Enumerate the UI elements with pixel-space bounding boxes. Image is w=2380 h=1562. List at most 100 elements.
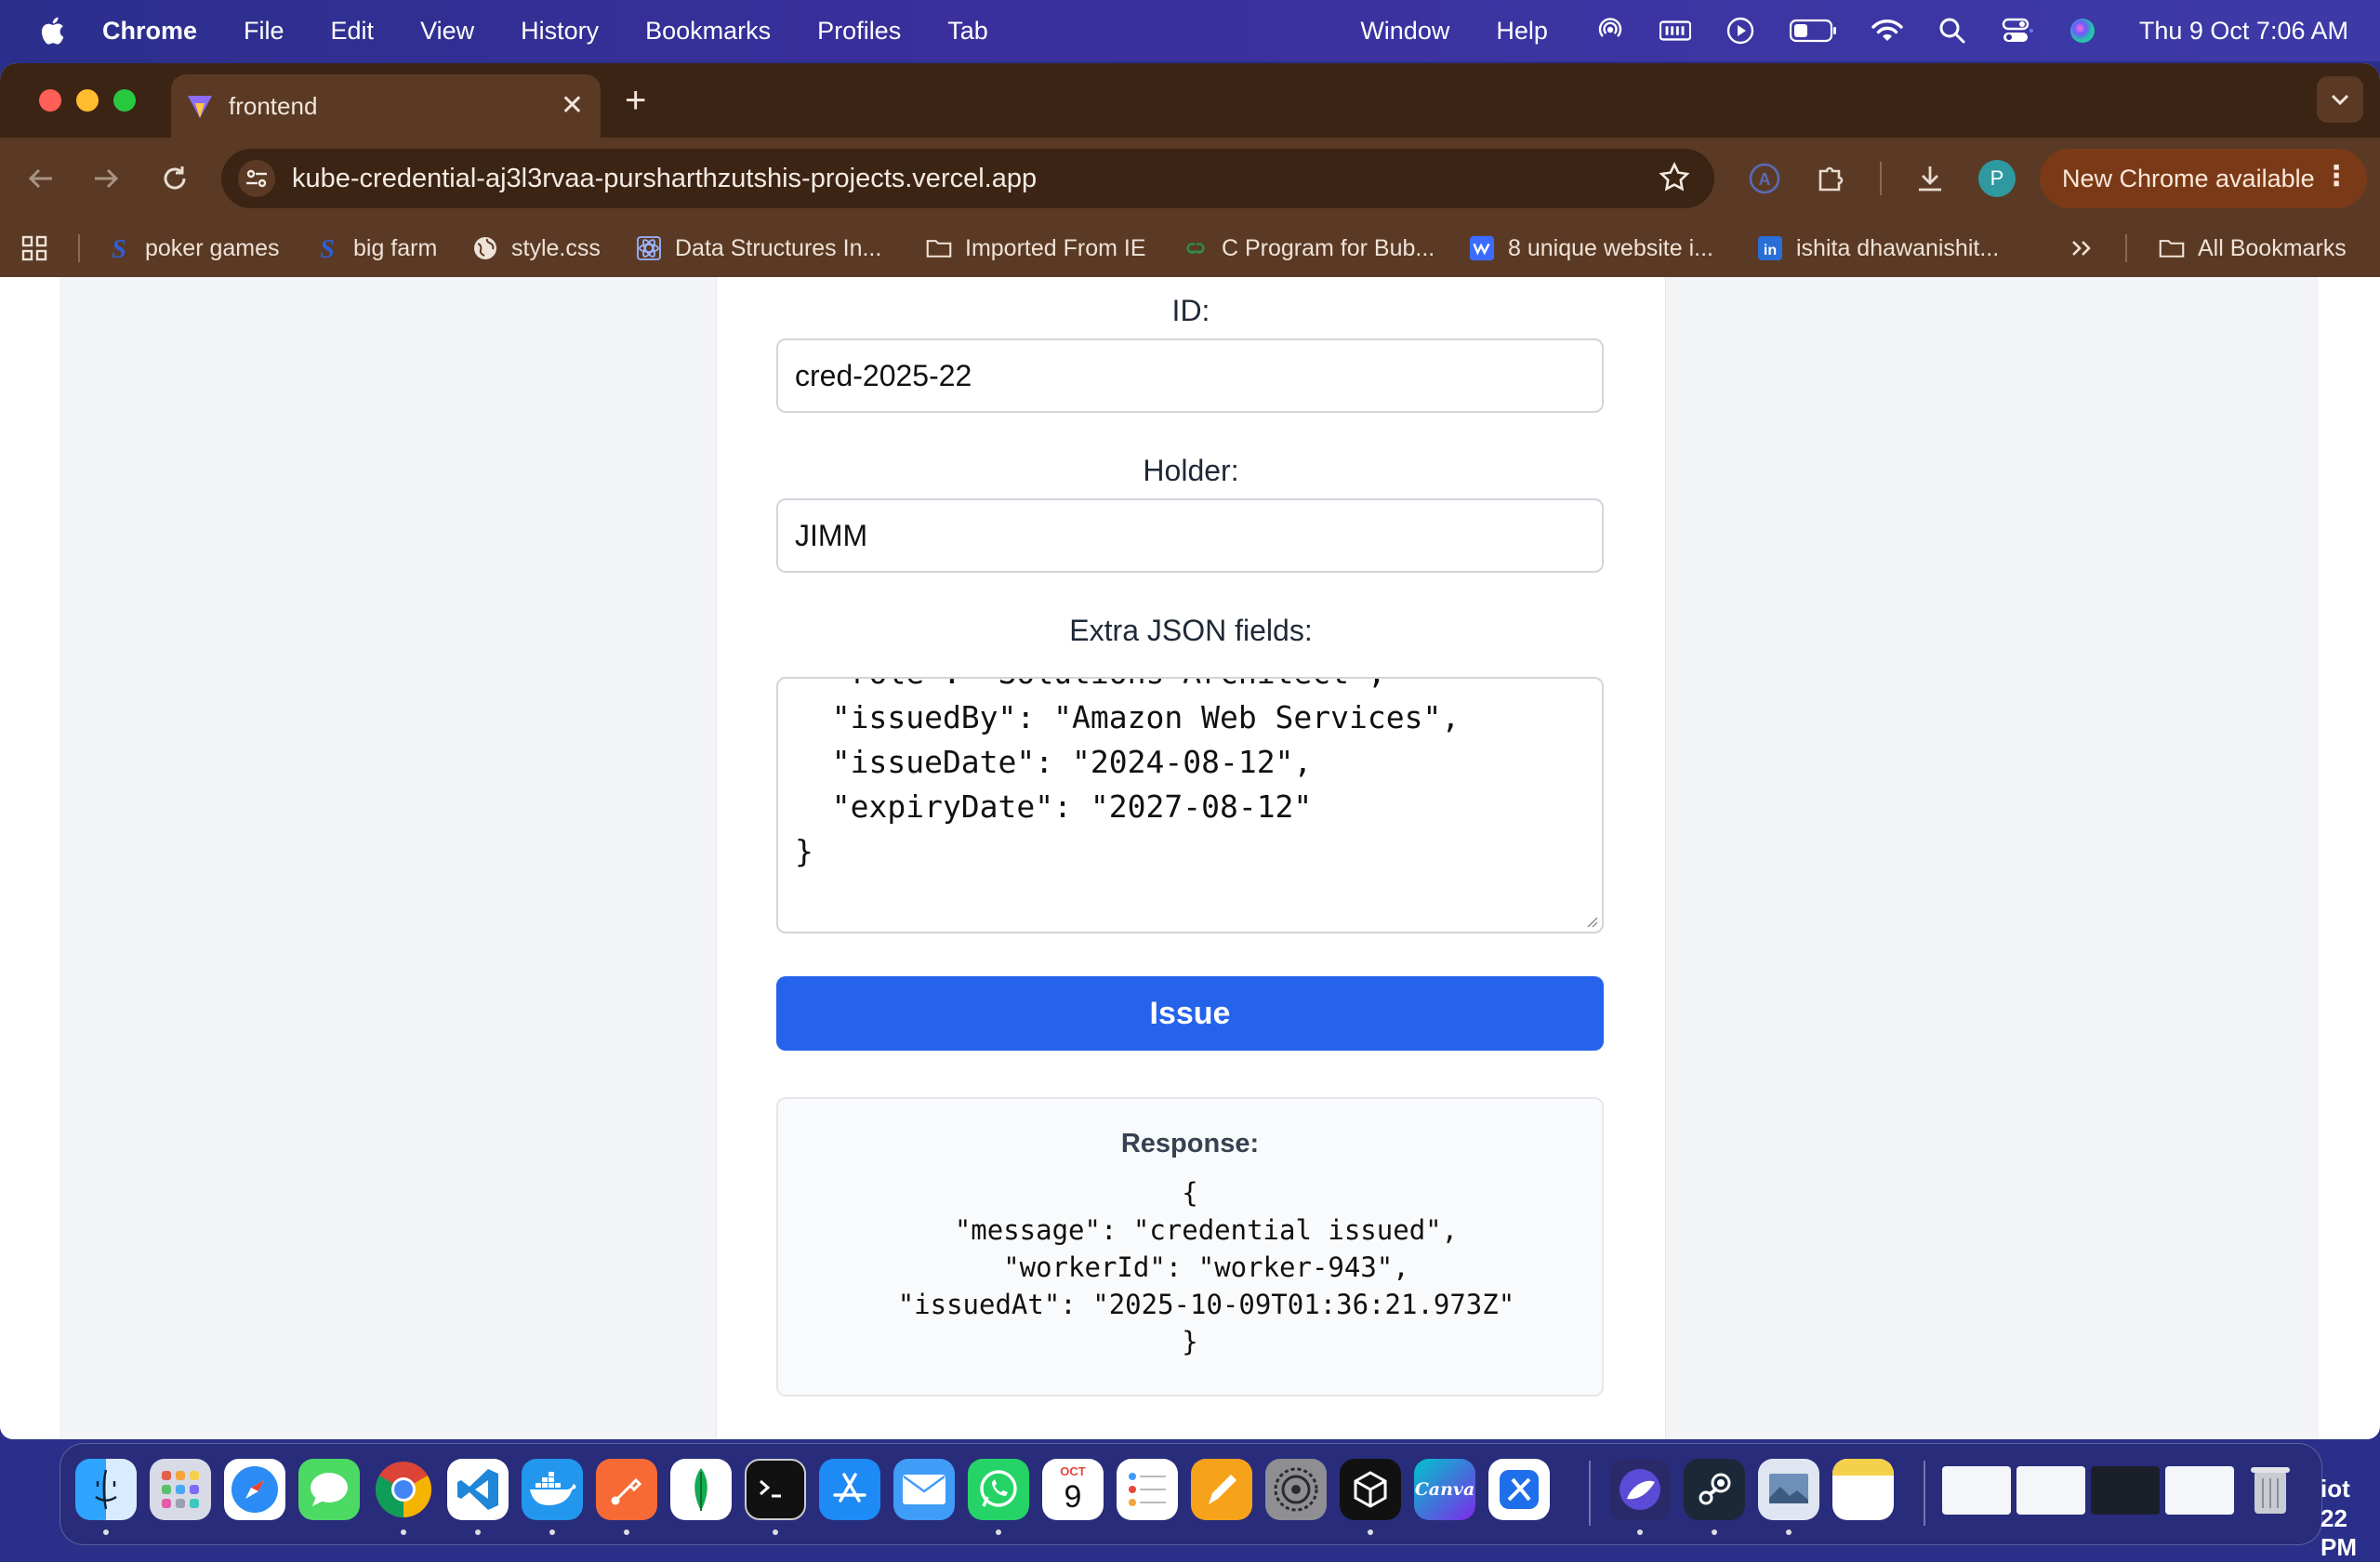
bookmark-poker-games[interactable]: S poker games	[106, 231, 279, 266]
steam-icon[interactable]	[1684, 1459, 1745, 1520]
running-indicator	[401, 1529, 406, 1535]
issue-button[interactable]: Issue	[776, 976, 1604, 1051]
app-store-icon[interactable]	[819, 1459, 880, 1520]
minimized-window-thumbnail[interactable]	[2165, 1466, 2234, 1515]
wifi-icon[interactable]	[1871, 15, 1903, 46]
window-minimize-button[interactable]	[76, 89, 99, 112]
menu-file[interactable]: File	[244, 17, 284, 46]
menu-view[interactable]: View	[420, 17, 474, 46]
chrome-window: frontend ✕ + kube-credential-aj3l3rvaa-p…	[0, 63, 2380, 1439]
preview-icon[interactable]	[1758, 1459, 1819, 1520]
bookmark-imported-from-ie[interactable]: Imported From IE	[926, 231, 1146, 266]
new-tab-button[interactable]: +	[625, 80, 646, 122]
downloads-icon[interactable]	[1910, 158, 1950, 199]
reminders-icon[interactable]	[1117, 1459, 1178, 1520]
minimized-window-thumbnail[interactable]	[1942, 1466, 2011, 1515]
new-chrome-available-button[interactable]: New Chrome available ⋮	[2040, 149, 2367, 208]
spotlight-search-icon[interactable]	[1937, 15, 1968, 46]
menu-edit[interactable]: Edit	[331, 17, 375, 46]
holder-input[interactable]	[776, 498, 1604, 573]
system-settings-icon[interactable]	[1265, 1459, 1327, 1520]
battery-icon[interactable]	[1789, 15, 1838, 46]
media-play-icon[interactable]	[1725, 15, 1756, 46]
response-body: { "message": "credential issued", "worke…	[897, 1177, 1515, 1357]
geeksforgeeks-icon	[1183, 235, 1209, 261]
extra-json-content: "role": "Solutions Architect", "issuedBy…	[795, 679, 1461, 869]
reload-icon[interactable]	[154, 158, 195, 199]
profile-avatar[interactable]: P	[1978, 160, 2016, 197]
postman-icon[interactable]	[596, 1459, 657, 1520]
menu-profiles[interactable]: Profiles	[817, 17, 901, 46]
mongodb-compass-icon[interactable]	[670, 1459, 732, 1520]
resize-handle-icon[interactable]	[1583, 913, 1598, 928]
mail-icon[interactable]	[893, 1459, 955, 1520]
forward-arrow-icon[interactable]	[86, 158, 126, 199]
window-zoom-button[interactable]	[113, 89, 136, 112]
calendar-icon[interactable]: OCT 9	[1042, 1459, 1104, 1520]
unity-icon[interactable]	[1340, 1459, 1401, 1520]
docker-icon[interactable]	[522, 1459, 583, 1520]
chrome-icon[interactable]	[373, 1459, 434, 1520]
menu-app-chrome[interactable]: Chrome	[102, 17, 197, 46]
tab-search-chevron-icon[interactable]	[2317, 76, 2363, 123]
memory-status-icon[interactable]	[1659, 15, 1691, 46]
menu-history[interactable]: History	[521, 17, 599, 46]
menu-tab[interactable]: Tab	[947, 17, 988, 46]
tab-strip: frontend ✕ +	[0, 63, 2380, 138]
bookmarks-divider	[2125, 234, 2127, 262]
arc-browser-icon[interactable]	[1609, 1459, 1671, 1520]
whatsapp-icon[interactable]	[968, 1459, 1029, 1520]
running-indicator	[475, 1529, 481, 1535]
finder-icon[interactable]	[75, 1459, 137, 1520]
id-input[interactable]	[776, 338, 1604, 413]
toolbar-divider	[1880, 162, 1882, 195]
desktop-edge-text-bottom: 22 PM	[2320, 1504, 2357, 1561]
more-bookmarks-chevron-icon[interactable]	[2069, 231, 2094, 266]
menu-help[interactable]: Help	[1496, 17, 1548, 46]
s-logo-icon: S	[314, 235, 340, 261]
extra-json-textarea[interactable]: "role": "Solutions Architect", "issuedBy…	[776, 677, 1604, 933]
airdrop-icon[interactable]	[1594, 15, 1626, 46]
bookmark-label: Data Structures In...	[675, 234, 882, 261]
vscode-icon[interactable]	[447, 1459, 509, 1520]
bookmark-big-farm[interactable]: S big farm	[314, 231, 437, 266]
bookmark-c-program[interactable]: C Program for Bub...	[1183, 231, 1435, 266]
menu-window[interactable]: Window	[1360, 17, 1449, 46]
safari-icon[interactable]	[224, 1459, 285, 1520]
bookmark-label: big farm	[353, 234, 438, 261]
notes-icon[interactable]	[1832, 1459, 1894, 1520]
address-bar[interactable]: kube-credential-aj3l3rvaa-pursharthzutsh…	[221, 149, 1714, 208]
extension-a-icon[interactable]: A	[1744, 158, 1785, 199]
back-arrow-icon[interactable]	[20, 158, 61, 199]
bookmark-ishita[interactable]: in ishita dhawanishit...	[1757, 231, 1999, 266]
trash-icon[interactable]	[2240, 1459, 2301, 1520]
terminal-icon[interactable]	[745, 1459, 806, 1520]
page-viewport: ID: Holder: Extra JSON fields: "role": "…	[0, 277, 2380, 1439]
bookmark-8-unique-website[interactable]: 8 unique website i...	[1469, 231, 1713, 266]
messages-icon[interactable]	[298, 1459, 360, 1520]
bookmark-style-css[interactable]: style.css	[472, 231, 601, 266]
chrome-menu-kebab-icon[interactable]: ⋮	[2322, 160, 2350, 192]
bookmark-star-icon[interactable]	[1659, 162, 1690, 201]
pages-icon[interactable]	[1191, 1459, 1252, 1520]
minimized-window-thumbnail[interactable]	[2016, 1466, 2085, 1515]
canva-icon[interactable]: Canva	[1414, 1459, 1475, 1520]
xcode-icon[interactable]	[1488, 1459, 1550, 1520]
apple-logo-icon[interactable]	[37, 14, 71, 47]
window-close-button[interactable]	[39, 89, 61, 112]
minimized-window-thumbnail[interactable]	[2091, 1466, 2160, 1515]
menubar-clock[interactable]: Thu 9 Oct 7:06 AM	[2139, 17, 2348, 46]
tab-close-icon[interactable]: ✕	[561, 89, 584, 122]
launchpad-icon[interactable]	[150, 1459, 211, 1520]
apps-grid-icon[interactable]	[20, 231, 48, 266]
bookmark-data-structures[interactable]: Data Structures In...	[636, 231, 881, 266]
site-settings-icon[interactable]	[238, 160, 275, 197]
extensions-puzzle-icon[interactable]	[1811, 158, 1852, 199]
response-panel: Response: { "message": "credential issue…	[776, 1097, 1604, 1397]
siri-icon[interactable]	[2067, 15, 2098, 46]
menu-bookmarks[interactable]: Bookmarks	[645, 17, 771, 46]
bookmark-all-bookmarks[interactable]: All Bookmarks	[2159, 231, 2347, 266]
tab-frontend[interactable]: frontend ✕	[171, 74, 601, 138]
dock-divider	[1589, 1461, 1591, 1526]
control-center-icon[interactable]	[2002, 15, 2033, 46]
